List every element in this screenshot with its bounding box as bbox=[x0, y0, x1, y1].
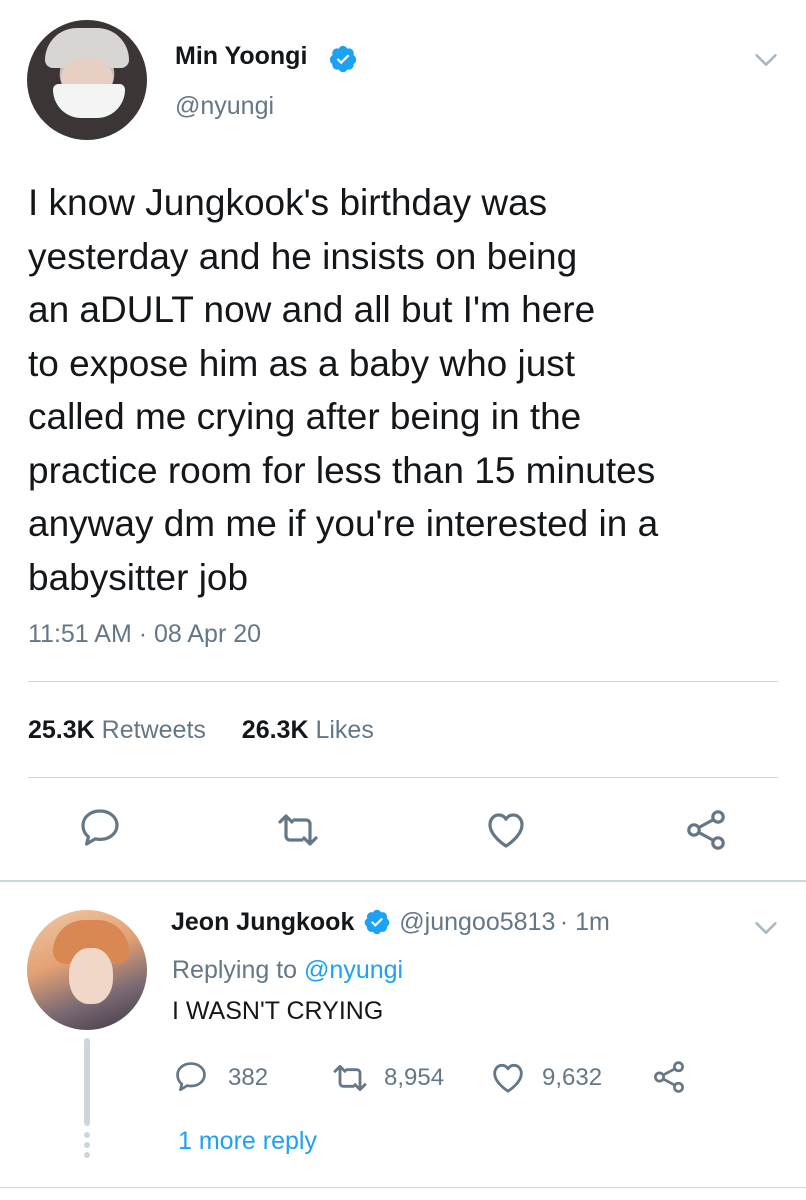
avatar-mask bbox=[53, 84, 125, 118]
bottom-divider bbox=[0, 1187, 806, 1188]
chevron-down-icon[interactable] bbox=[752, 914, 780, 942]
retweets-label: Retweets bbox=[101, 716, 206, 744]
verified-badge-icon bbox=[329, 45, 357, 73]
likes-stat[interactable]: 26.3K Likes bbox=[242, 716, 374, 744]
tweet-text-line: babysitter job bbox=[28, 556, 249, 598]
thread-dot bbox=[84, 1132, 90, 1138]
tweet-text-line: anyway dm me if you're interested in a bbox=[28, 503, 659, 544]
reply-author-avatar[interactable] bbox=[27, 910, 147, 1030]
reply-icon[interactable] bbox=[76, 804, 124, 852]
author-handle[interactable]: @nyungi bbox=[175, 92, 274, 121]
section-divider bbox=[0, 880, 806, 882]
divider bbox=[28, 777, 778, 778]
reply-icon[interactable] bbox=[172, 1058, 210, 1096]
thread-dot bbox=[84, 1152, 90, 1158]
replying-to-handle[interactable]: @nyungi bbox=[304, 956, 403, 984]
reply-author-handle[interactable]: @jungoo5813 bbox=[399, 908, 555, 936]
thread-line bbox=[84, 1038, 90, 1126]
tweet-text: I know Jungkook's birthday was yesterday… bbox=[28, 176, 788, 604]
reply-header: Jeon Jungkook @jungoo5813 · 1m bbox=[171, 908, 610, 937]
reply-count: 382 bbox=[228, 1064, 269, 1091]
engagement-stats: 25.3K Retweets 26.3K Likes bbox=[28, 716, 374, 745]
tweet-text-line: I know Jungkook's birthday was bbox=[28, 182, 548, 223]
author-avatar[interactable] bbox=[27, 20, 147, 140]
author-name[interactable]: Min Yoongi bbox=[175, 42, 307, 71]
like-count: 9,632 bbox=[542, 1064, 603, 1091]
replying-to-label: Replying to bbox=[172, 956, 298, 984]
likes-count: 26.3K bbox=[241, 716, 309, 744]
thread-dot bbox=[84, 1142, 90, 1148]
divider bbox=[28, 681, 778, 682]
avatar-face bbox=[69, 948, 113, 1004]
replying-to: Replying to @nyungi bbox=[172, 956, 403, 985]
retweet-count: 8,954 bbox=[384, 1064, 445, 1091]
share-icon[interactable] bbox=[682, 806, 730, 854]
retweet-icon[interactable] bbox=[330, 1058, 370, 1098]
tweet-text-line: an aDULT now and all but I'm here bbox=[28, 289, 596, 330]
more-replies-link[interactable]: 1 more reply bbox=[178, 1127, 317, 1156]
tweet-text-line: practice room for less than 15 minutes bbox=[28, 449, 656, 491]
retweets-stat[interactable]: 25.3K Retweets bbox=[28, 716, 206, 744]
tweet-timestamp[interactable]: 11:51 AM · 08 Apr 20 bbox=[28, 620, 261, 649]
tweet-text-line: yesterday and he insists on being bbox=[28, 235, 578, 277]
reply-text: I WASN'T CRYING bbox=[172, 997, 384, 1025]
retweet-icon[interactable] bbox=[274, 806, 322, 854]
chevron-down-icon[interactable] bbox=[752, 46, 780, 74]
reply-time: · 1m bbox=[559, 908, 610, 936]
share-icon[interactable] bbox=[650, 1058, 688, 1096]
tweet-text-line: called me crying after being in the bbox=[28, 396, 582, 437]
like-icon[interactable] bbox=[482, 805, 530, 853]
likes-label: Likes bbox=[315, 716, 374, 744]
retweets-count: 25.3K bbox=[28, 716, 95, 744]
reply-author-name[interactable]: Jeon Jungkook bbox=[171, 908, 354, 936]
like-icon[interactable] bbox=[488, 1057, 528, 1097]
tweet-text-line: to expose him as a baby who just bbox=[28, 342, 576, 384]
verified-badge-icon bbox=[364, 909, 390, 935]
